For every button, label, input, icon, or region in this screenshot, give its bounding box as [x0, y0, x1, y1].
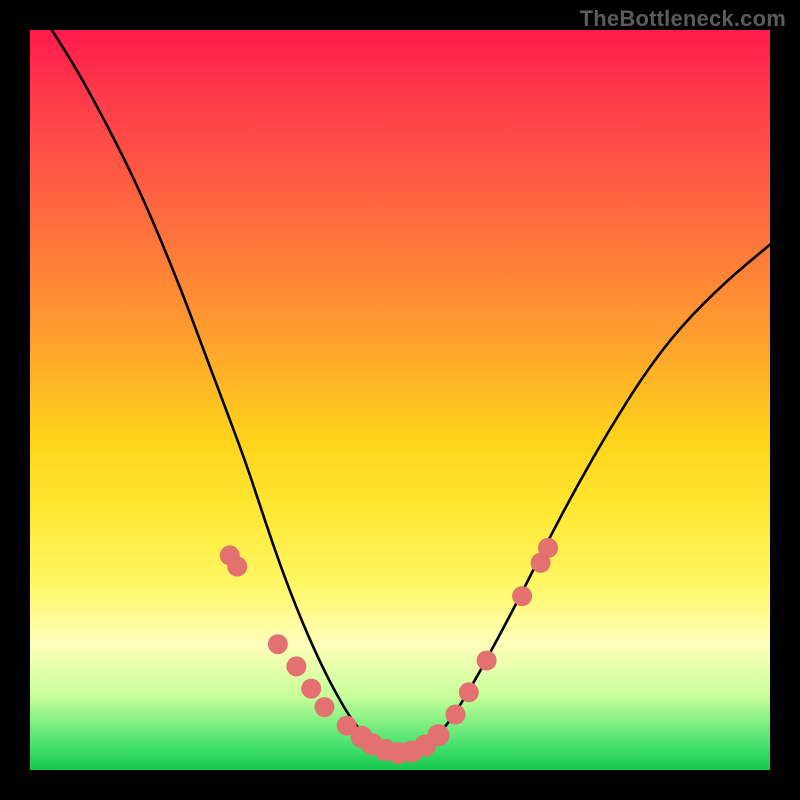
curve-marker — [459, 682, 479, 702]
curve-marker — [512, 586, 532, 606]
curve-marker — [227, 557, 247, 577]
curve-marker — [538, 538, 558, 558]
chart-svg — [30, 30, 770, 770]
curve-marker — [446, 705, 466, 725]
curve-marker — [286, 656, 306, 676]
plot-area — [30, 30, 770, 770]
curve-marker — [477, 651, 497, 671]
curve-marker — [315, 697, 335, 717]
chart-frame: TheBottleneck.com — [0, 0, 800, 800]
curve-marker — [428, 724, 450, 746]
curve-marker — [301, 679, 321, 699]
bottleneck-curve — [30, 30, 770, 753]
curve-markers — [220, 538, 558, 764]
watermark-text: TheBottleneck.com — [580, 6, 786, 32]
curve-marker — [268, 634, 288, 654]
